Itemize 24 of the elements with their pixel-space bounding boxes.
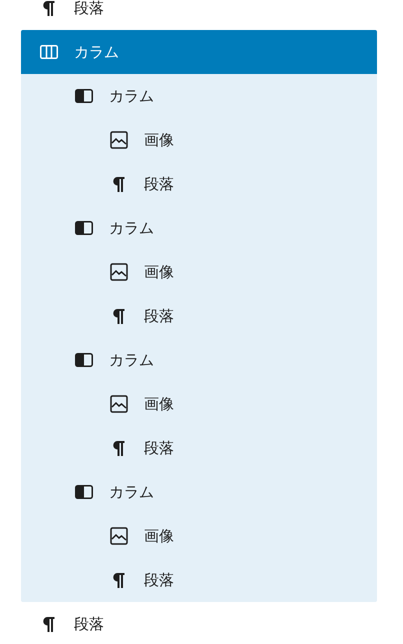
- column-icon: [75, 485, 93, 499]
- block-list-item[interactable]: 段落: [21, 294, 377, 338]
- image-icon: [110, 527, 128, 545]
- block-list-item[interactable]: 画像: [21, 250, 377, 294]
- block-list-item[interactable]: カラム: [21, 74, 377, 118]
- block-list-item[interactable]: 画像: [21, 118, 377, 162]
- block-list-item[interactable]: カラム: [21, 338, 377, 382]
- block-list-item[interactable]: 画像: [21, 514, 377, 558]
- block-list-item[interactable]: カラム: [21, 470, 377, 514]
- block-list-item[interactable]: カラム: [21, 206, 377, 250]
- column-icon: [75, 353, 93, 367]
- block-list-item[interactable]: 段落: [21, 558, 377, 602]
- column-icon: [75, 221, 93, 235]
- block-list-item[interactable]: 段落: [21, 162, 377, 206]
- block-list-item[interactable]: 段落: [21, 0, 377, 30]
- block-list-item[interactable]: 段落: [21, 426, 377, 470]
- image-icon: [110, 131, 128, 149]
- image-icon: [110, 395, 128, 413]
- column-icon: [75, 89, 93, 103]
- block-list-item[interactable]: 段落: [21, 602, 377, 644]
- image-icon: [110, 263, 128, 281]
- columns-icon: [40, 45, 58, 59]
- block-list-item[interactable]: カラム: [21, 30, 377, 74]
- block-list-item[interactable]: 画像: [21, 382, 377, 426]
